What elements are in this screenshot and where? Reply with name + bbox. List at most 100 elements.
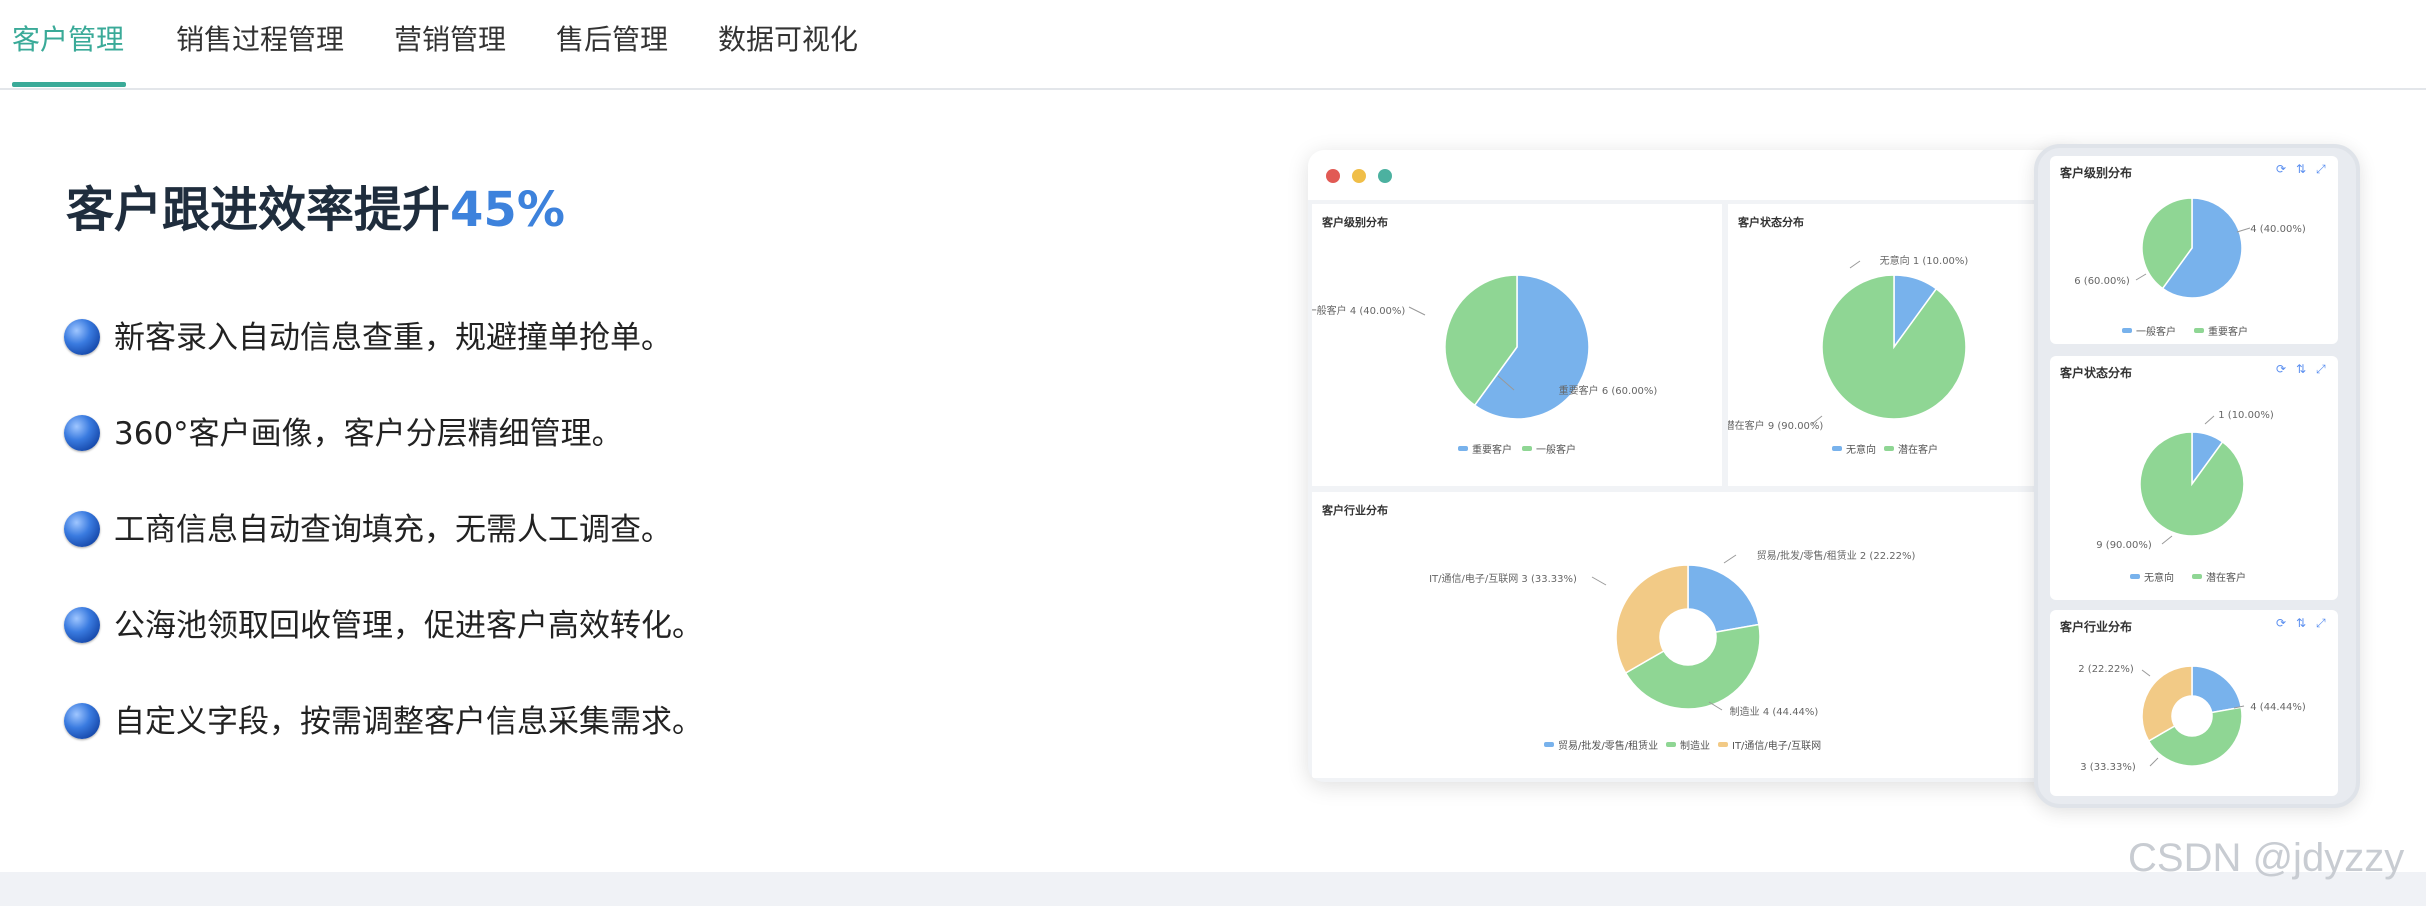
- pie-chart-customer-level: 重要客户 6 (60.00%) 一般客户 4 (40.00%) 重要客户 一般客…: [1308, 274, 1658, 456]
- legend-item: 贸易/批发/零售/租赁业: [1558, 739, 1658, 752]
- feature-text: 公海池领取回收管理，促进客户高效转化。: [114, 608, 703, 644]
- legend: 一般客户 重要客户: [2122, 325, 2248, 338]
- mobile-pie-customer-level: 4 (40.00%) 6 (60.00%) 一般客户 重要客户: [2074, 197, 2306, 338]
- slice-label: 4 (40.00%): [2250, 224, 2306, 235]
- tab-customer-management[interactable]: 客户管理: [12, 20, 124, 60]
- slice-label: 4 (44.44%): [2250, 702, 2306, 713]
- label-leader-line: [1408, 306, 1426, 316]
- footer-bar: [0, 872, 2426, 906]
- mobile-panel-customer-industry: 客户行业分布 ⟳ ⇅ ⤢ 2 (22.22%) 4 (44.44%) 3 (33…: [2050, 610, 2338, 796]
- expand-icon[interactable]: ⤢: [2316, 162, 2326, 177]
- legend-item: 制造业: [1680, 739, 1710, 752]
- label-leader-line: [1849, 260, 1861, 269]
- legend-item: 重要客户: [2208, 325, 2248, 338]
- legend-swatch-blue: [1544, 742, 1554, 747]
- legend: 重要客户 一般客户: [1458, 443, 1576, 456]
- label-leader-line: [2161, 535, 2173, 545]
- status-pie-slice[interactable]: [1821, 274, 1967, 420]
- legend-swatch-blue: [2122, 328, 2132, 333]
- close-dot-icon: [1326, 169, 1340, 183]
- slice-label: 3 (33.33%): [2080, 762, 2136, 773]
- industry-donut-slice[interactable]: [1615, 564, 1689, 675]
- mobile-pie-customer-status: 1 (10.00%) 9 (90.00%) 无意向 潜在客户: [2096, 410, 2274, 584]
- refresh-icon[interactable]: ⟳: [2276, 162, 2286, 176]
- feature-item: 360°客户画像，客户分层精细管理。: [64, 412, 623, 456]
- legend-swatch-blue: [1832, 446, 1842, 451]
- panel-customer-status: 客户状态分布 无意向 1 (10.00%) 潜在客户 9 (90.00%) 无意…: [1725, 204, 2074, 486]
- legend-swatch-blue: [2130, 574, 2140, 579]
- label-leader-line: [2149, 757, 2159, 767]
- mobile-industry-donut-slice[interactable]: [2141, 665, 2193, 743]
- slice-label-no-intent: 无意向 1 (10.00%): [1880, 254, 1969, 267]
- mobile-preview: 客户级别分布 ⟳ ⇅ ⤢ 4 (40.00%) 6 (60.00%) 一般客户 …: [2034, 144, 2360, 808]
- legend-swatch-blue: [1458, 446, 1468, 451]
- slice-label-potential: 潜在客户 9 (90.00%): [1728, 419, 1823, 432]
- blue-circle-icon: [64, 414, 100, 451]
- label-leader-line: [1591, 576, 1607, 586]
- sort-icon[interactable]: ⇅: [2296, 162, 2306, 176]
- feature-item: 工商信息自动查询填充，无需人工调查。: [64, 508, 672, 552]
- feature-item: 自定义字段，按需调整客户信息采集需求。: [64, 700, 703, 744]
- headline-accent: 45%: [450, 182, 565, 238]
- panel-customer-level: 客户级别分布 重要客户 6 (60.00%) 一般客户 4 (40.00%) 重…: [1308, 204, 1722, 486]
- feature-item: 新客录入自动信息查重，规避撞单抢单。: [64, 316, 672, 360]
- panel-title: 客户状态分布: [2060, 366, 2133, 380]
- dashboard-window: 客户级别分布 重要客户 6 (60.00%) 一般客户 4 (40.00%) 重…: [1308, 150, 2078, 782]
- slice-label-important: 重要客户 6 (60.00%): [1559, 384, 1658, 397]
- refresh-icon[interactable]: ⟳: [2276, 362, 2286, 376]
- active-tab-indicator: [12, 82, 126, 87]
- mobile-panel-customer-level: 客户级别分布 ⟳ ⇅ ⤢ 4 (40.00%) 6 (60.00%) 一般客户 …: [2050, 156, 2338, 344]
- refresh-icon[interactable]: ⟳: [2276, 616, 2286, 630]
- label-leader-line: [2204, 415, 2215, 425]
- legend-item: 一般客户: [1536, 443, 1576, 456]
- mobile-donut-customer-industry: 2 (22.22%) 4 (44.44%) 3 (33.33%): [2078, 664, 2306, 773]
- label-leader-line: [2141, 669, 2151, 677]
- legend: 无意向 潜在客户: [1832, 443, 1938, 456]
- legend-swatch-green: [2192, 574, 2202, 579]
- blue-circle-icon: [64, 702, 100, 739]
- panel-title: 客户级别分布: [1322, 216, 1388, 229]
- legend-item: 重要客户: [1472, 443, 1512, 456]
- mobile-panel-customer-status: 客户状态分布 ⟳ ⇅ ⤢ 1 (10.00%) 9 (90.00%) 无意向 潜…: [2050, 356, 2338, 600]
- legend-swatch-green: [1666, 742, 1676, 747]
- tab-bar: 客户管理 销售过程管理 营销管理 售后管理 数据可视化: [0, 0, 2426, 90]
- tab-after-sales[interactable]: 售后管理: [556, 20, 668, 60]
- headline-text: 客户跟进效率提升: [66, 182, 451, 238]
- tab-sales-process[interactable]: 销售过程管理: [176, 20, 344, 60]
- donut-chart-customer-industry: 贸易/批发/零售/租赁业 2 (22.22%) 制造业 4 (44.44%) I…: [1429, 549, 1915, 752]
- slice-label: 1 (10.00%): [2218, 410, 2274, 421]
- sort-icon[interactable]: ⇅: [2296, 616, 2306, 630]
- blue-circle-icon: [64, 318, 100, 355]
- sort-icon[interactable]: ⇅: [2296, 362, 2306, 376]
- slice-label: 6 (60.00%): [2074, 276, 2130, 287]
- expand-icon[interactable]: ⤢: [2316, 616, 2326, 631]
- tab-data-visualization[interactable]: 数据可视化: [718, 20, 858, 60]
- hero-headline: 客户跟进效率提升45%: [66, 178, 565, 242]
- watermark: CSDN @jdyzzy: [2128, 836, 2405, 880]
- blue-circle-icon: [64, 606, 100, 643]
- legend-item: 一般客户: [2136, 325, 2176, 338]
- legend-item: IT/通信/电子/互联网: [1732, 739, 1821, 752]
- expand-icon[interactable]: ⤢: [2316, 362, 2326, 377]
- panel-title: 客户状态分布: [1738, 216, 1804, 229]
- blue-circle-icon: [64, 510, 100, 547]
- legend-swatch-green: [2194, 328, 2204, 333]
- feature-text: 新客录入自动信息查重，规避撞单抢单。: [114, 320, 672, 356]
- minimize-dot-icon: [1352, 169, 1366, 183]
- slice-label-general: 一般客户 4 (40.00%): [1312, 304, 1405, 317]
- panel-customer-industry: 客户行业分布 贸易/批发/零售/租赁业 2 (22.22%) 制造业 4 (44…: [1312, 492, 2074, 778]
- label-leader-line: [2135, 273, 2147, 281]
- slice-label-it: IT/通信/电子/互联网 3 (33.33%): [1429, 572, 1577, 585]
- industry-donut-slice[interactable]: [1687, 564, 1760, 634]
- feature-text: 工商信息自动查询填充，无需人工调查。: [114, 512, 672, 548]
- mobile-status-pie-slice[interactable]: [2139, 431, 2245, 537]
- label-leader-line: [1723, 554, 1737, 564]
- slice-label-manufacturing: 制造业 4 (44.44%): [1730, 705, 1819, 718]
- feature-item: 公海池领取回收管理，促进客户高效转化。: [64, 604, 703, 648]
- window-titlebar: [1308, 150, 2078, 200]
- tab-marketing[interactable]: 营销管理: [394, 20, 506, 60]
- legend-swatch-green: [1884, 446, 1894, 451]
- legend-item: 无意向: [1846, 443, 1876, 456]
- mobile-industry-donut-slice[interactable]: [2191, 665, 2243, 714]
- pie-chart-customer-status: 无意向 1 (10.00%) 潜在客户 9 (90.00%) 无意向 潜在客户: [1725, 254, 1969, 456]
